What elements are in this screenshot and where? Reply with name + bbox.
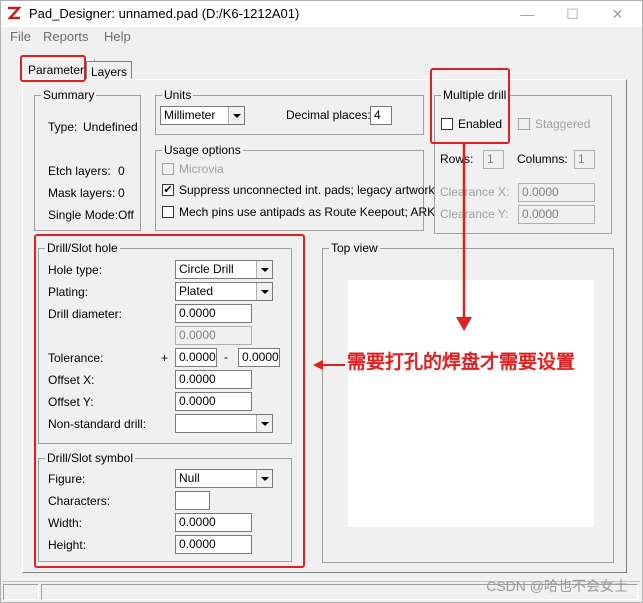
mask-layers-value: 0: [118, 186, 125, 200]
columns-label: Columns:: [517, 152, 568, 166]
watermark-text: CSDN @哈也不会女士: [486, 578, 628, 594]
highlight-drill-sections: [34, 234, 305, 568]
pad-designer-window: Pad_Designer: unnamed.pad (D:/K6-1212A01…: [0, 0, 643, 603]
tab-layers[interactable]: Layers: [86, 61, 133, 81]
window-title: Pad_Designer: unnamed.pad (D:/K6-1212A01…: [29, 6, 300, 21]
menu-file[interactable]: File: [10, 29, 31, 44]
title-bar: Pad_Designer: unnamed.pad (D:/K6-1212A01…: [1, 1, 642, 27]
minimize-button[interactable]: —: [505, 1, 550, 27]
highlight-multiple-drill: [430, 68, 510, 144]
app-logo-icon: [7, 6, 21, 20]
usage-options-title: Usage options: [162, 143, 243, 157]
staggered-checkbox[interactable]: [518, 118, 530, 130]
single-mode-value: Off: [118, 208, 134, 222]
mask-layers-label: Mask layers:: [48, 186, 116, 200]
annotation-arrows-icon: [313, 143, 472, 370]
status-cell-1: [3, 584, 39, 600]
columns-input[interactable]: 1: [574, 150, 595, 169]
annotation-text: 需要打孔的焊盘才需要设置: [347, 351, 576, 373]
units-select[interactable]: Millimeter: [160, 106, 245, 125]
summary-title: Summary: [41, 88, 97, 102]
units-select-value: Millimeter: [164, 108, 216, 122]
type-value: Undefined: [83, 120, 138, 134]
type-label: Type:: [48, 120, 78, 134]
units-title: Units: [162, 88, 194, 102]
microvia-checkbox[interactable]: [162, 163, 174, 175]
maximize-button[interactable]: ☐: [550, 1, 595, 27]
etch-layers-value: 0: [118, 164, 125, 178]
menu-help[interactable]: Help: [104, 29, 131, 44]
rows-input[interactable]: 1: [483, 150, 504, 169]
menu-reports[interactable]: Reports: [43, 29, 89, 44]
single-mode-label: Single Mode:: [48, 208, 119, 222]
clearance-x-input[interactable]: 0.0000: [518, 183, 595, 202]
decimal-places-input[interactable]: 4: [370, 106, 392, 125]
microvia-label: Microvia: [179, 162, 224, 176]
highlight-parameters-tab: [20, 55, 86, 82]
etch-layers-label: Etch layers:: [48, 164, 111, 178]
menu-bar: File Reports Help: [1, 27, 642, 47]
decimal-places-label: Decimal places:: [286, 108, 371, 122]
close-button[interactable]: ✕: [595, 1, 640, 27]
mech-pins-checkbox[interactable]: [162, 206, 174, 218]
clearance-y-input[interactable]: 0.0000: [518, 205, 595, 224]
suppress-unconnected-checkbox[interactable]: ✔: [162, 184, 174, 196]
staggered-label: Staggered: [535, 117, 591, 131]
chevron-down-icon: [228, 107, 244, 124]
